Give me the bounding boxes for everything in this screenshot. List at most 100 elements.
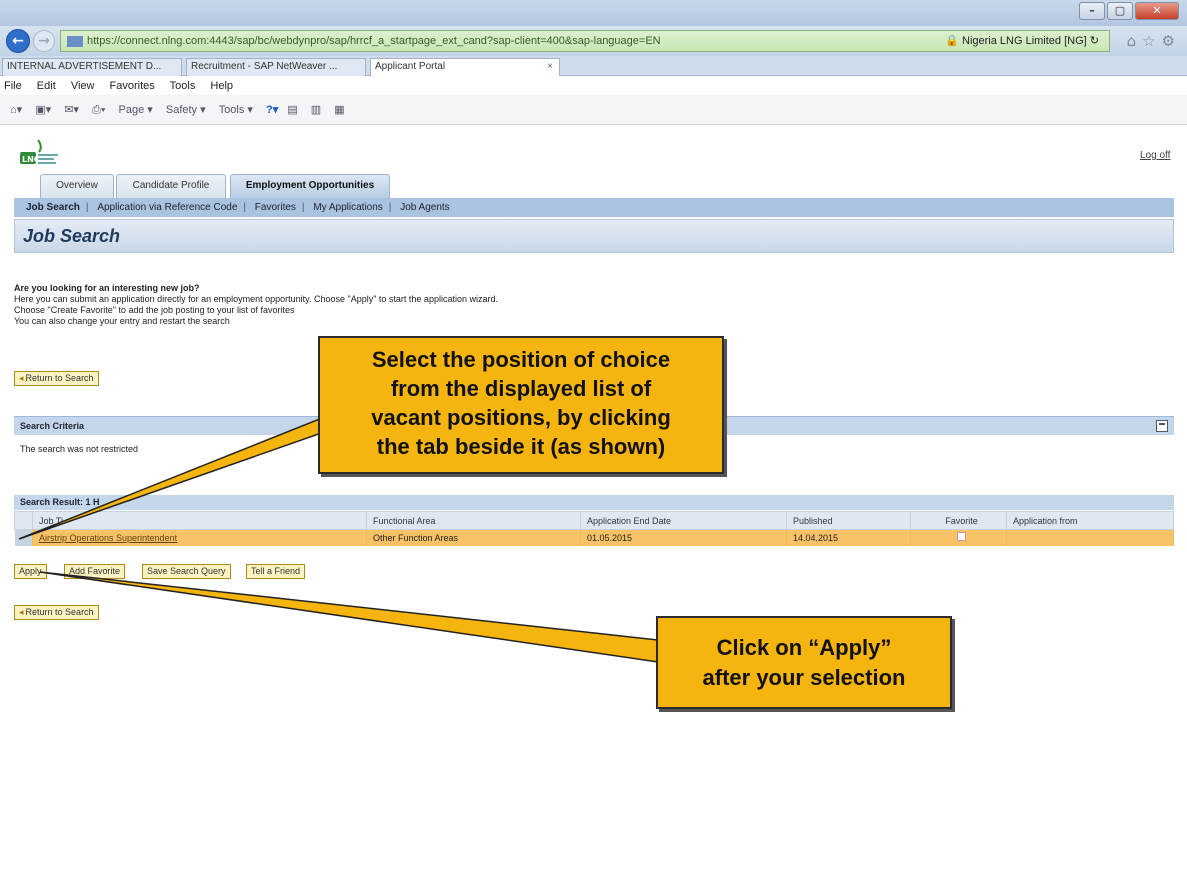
return-to-search-button[interactable]: ◂ Return to Search [14, 371, 99, 386]
browser-tab-internal-advertisement[interactable]: INTERNAL ADVERTISEMENT D... [2, 58, 182, 76]
close-tab-icon[interactable]: × [547, 59, 553, 75]
subnav-favorites[interactable]: Favorites [249, 202, 302, 213]
menu-file[interactable]: File [4, 80, 22, 92]
callout-line: vacant positions, by clicking [371, 405, 671, 430]
column-header-functional-area[interactable]: Functional Area [366, 511, 581, 530]
tab-label: Candidate Profile [132, 180, 210, 191]
maximize-button[interactable]: ▢ [1107, 2, 1133, 20]
menu-tools[interactable]: Tools [170, 80, 196, 92]
tools-menu[interactable]: Tools ▾ [219, 95, 253, 125]
research-icon[interactable]: ▤ [287, 95, 297, 125]
tab-label: INTERNAL ADVERTISEMENT D... [7, 61, 162, 72]
intro-line-3: You can also change your entry and resta… [14, 316, 230, 326]
button-label: Tell a Friend [251, 566, 301, 576]
favorite-cell [910, 529, 1007, 546]
menu-bar: File Edit View Favorites Tools Help [0, 77, 1187, 95]
page-menu[interactable]: Page ▾ [119, 95, 153, 125]
browser-tab-recruitment[interactable]: Recruitment - SAP NetWeaver ... [186, 58, 366, 76]
logoff-link[interactable]: Log off [1140, 150, 1170, 161]
browser-tab-applicant-portal[interactable]: Applicant Portal × [370, 58, 560, 76]
intro-text: Are you looking for an interesting new j… [14, 283, 714, 327]
translate-icon[interactable]: ▥ [311, 95, 321, 125]
subnav-job-agents[interactable]: Job Agents [394, 202, 455, 213]
save-search-query-button[interactable]: Save Search Query [142, 564, 231, 579]
return-to-search-button-bottom[interactable]: ◂ Return to Search [14, 605, 99, 620]
column-header-job-title[interactable]: Job Ti [32, 511, 367, 530]
menu-view[interactable]: View [71, 80, 95, 92]
close-window-button[interactable]: ✕ [1135, 2, 1179, 20]
button-label: Apply [19, 566, 42, 576]
subnav-job-search[interactable]: Job Search [20, 202, 86, 213]
subnav-my-applications[interactable]: My Applications [307, 202, 388, 213]
tab-label: Overview [56, 180, 98, 191]
tab-candidate-profile[interactable]: Candidate Profile [116, 174, 226, 198]
add-favorite-button[interactable]: Add Favorite [64, 564, 126, 579]
table-row[interactable]: Airstrip Operations Superintendent Other… [14, 529, 1174, 546]
browser-tab-strip: INTERNAL ADVERTISEMENT D... Recruitment … [0, 56, 1187, 76]
feeds-icon[interactable]: ▣▾ [35, 95, 51, 125]
apply-button[interactable]: Apply [14, 564, 47, 579]
print-icon[interactable]: ⎙▾ [92, 95, 105, 125]
column-header-published[interactable]: Published [786, 511, 911, 530]
intro-line-1: Here you can submit an application direc… [14, 294, 498, 304]
left-arrow-icon: ◂ [19, 607, 24, 617]
site-favicon-icon [67, 35, 83, 47]
screen: – ▢ ✕ ← → https://connect.nlng.com:4443/… [0, 0, 1187, 891]
button-label: Add Favorite [69, 566, 121, 576]
button-label: Save Search Query [147, 566, 226, 576]
forward-arrow-icon[interactable]: → [33, 30, 55, 52]
button-label: Return to Search [25, 373, 94, 383]
favorite-checkbox[interactable] [957, 532, 966, 542]
column-header-application-from[interactable]: Application from [1006, 511, 1174, 530]
url-text: https://connect.nlng.com:4443/sap/bc/web… [87, 35, 661, 47]
star-icon[interactable]: ☆ [1142, 32, 1161, 50]
application-from-cell [1006, 529, 1174, 546]
home-icon[interactable]: ⌂ [1127, 32, 1143, 50]
command-bar: ⌂▾ ▣▾ ✉▾ ⎙▾ Page ▾ Safety ▾ Tools ▾ ?▾ ▤… [0, 95, 1187, 125]
intro-line-2: Choose "Create Favorite" to add the job … [14, 305, 295, 315]
mail-icon[interactable]: ✉▾ [64, 95, 79, 125]
tab-overview[interactable]: Overview [40, 174, 114, 198]
address-bar[interactable]: https://connect.nlng.com:4443/sap/bc/web… [60, 30, 1110, 52]
subnav-application-via-reference-code[interactable]: Application via Reference Code [91, 202, 243, 213]
site-identity[interactable]: 🔒 Nigeria LNG Limited [NG] ↻ [945, 31, 1099, 51]
callout-line: after your selection [702, 665, 906, 690]
window-title-bar: – ▢ ✕ [0, 0, 1187, 26]
intro-question: Are you looking for an interesting new j… [14, 283, 200, 293]
search-result-header: Search Result: 1 H [14, 495, 1174, 510]
tell-a-friend-button[interactable]: Tell a Friend [246, 564, 306, 579]
button-label: Return to Search [25, 607, 94, 617]
instruction-callout-click-apply: Click on “Apply” after your selection [656, 616, 952, 709]
menu-favorites[interactable]: Favorites [110, 80, 155, 92]
column-header-application-end-date[interactable]: Application End Date [580, 511, 787, 530]
left-arrow-icon: ◂ [19, 373, 24, 383]
separator: | [388, 202, 392, 213]
minimize-button[interactable]: – [1079, 2, 1105, 20]
separator: | [301, 202, 305, 213]
end-date-cell: 01.05.2015 [580, 529, 787, 546]
back-arrow-icon[interactable]: ← [6, 29, 30, 53]
svg-text:LNG: LNG [22, 155, 40, 164]
callout-line: Select the position of choice [371, 347, 671, 372]
gear-icon[interactable]: ⚙ [1162, 32, 1181, 50]
job-title-cell: Airstrip Operations Superintendent [32, 529, 367, 546]
menu-help[interactable]: Help [210, 80, 233, 92]
tab-employment-opportunities[interactable]: Employment Opportunities [230, 174, 390, 198]
select-all-cell[interactable] [14, 511, 33, 530]
page-title: Job Search [23, 226, 121, 246]
menu-edit[interactable]: Edit [37, 80, 56, 92]
callout-line: the tab beside it (as shown) [376, 434, 666, 459]
help-icon[interactable]: ?▾ [266, 104, 278, 116]
column-header-favorite[interactable]: Favorite [910, 511, 1007, 530]
home-icon[interactable]: ⌂▾ [10, 95, 22, 125]
job-title-link[interactable]: Airstrip Operations Superintendent [39, 533, 177, 543]
separator: | [85, 202, 89, 213]
callout2-pointer [39, 571, 659, 663]
row-selector[interactable] [14, 529, 33, 546]
collapse-icon[interactable] [1156, 420, 1168, 432]
tab-label: Employment Opportunities [245, 180, 375, 191]
bookmark-icon[interactable]: ▦ [334, 95, 344, 125]
search-result-title: Search Result: 1 H [20, 497, 100, 507]
tab-label: Recruitment - SAP NetWeaver ... [191, 61, 338, 72]
safety-menu[interactable]: Safety ▾ [166, 95, 206, 125]
